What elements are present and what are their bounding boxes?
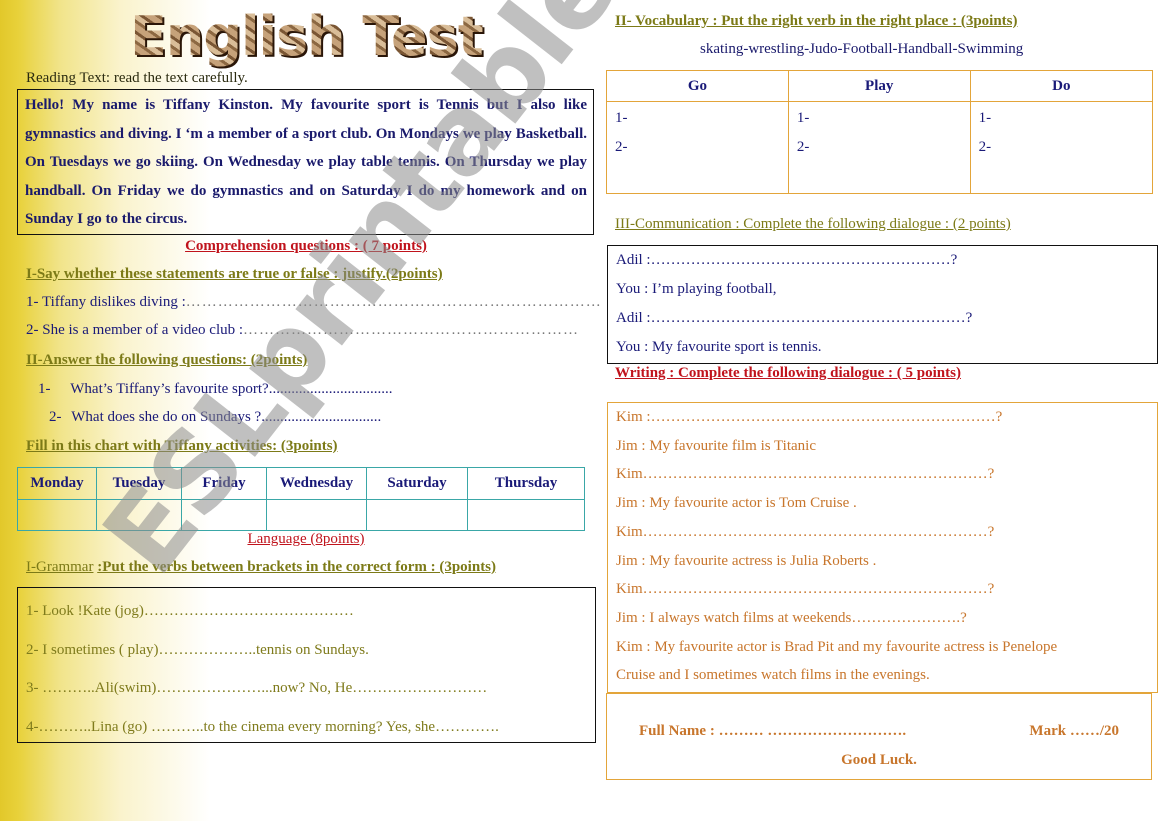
column-do: Do: [969, 70, 1154, 102]
vocabulary-word-list: skating-wrestling-Judo-Football-Handball…: [700, 41, 1024, 57]
play-slot-2: 2-: [796, 139, 810, 155]
writing-dialogue-box: Kim :……………………………………………………………? Jim : My f…: [607, 402, 1158, 693]
day-saturday: Saturday: [366, 467, 468, 500]
vocabulary-answer-row: 1- 2- 1- 2- 1- 2-: [606, 101, 1154, 194]
days-answer-row: [17, 499, 585, 531]
day-thursday: Thursday: [467, 467, 585, 500]
reading-text: Hello! My name is Tiffany Kinston. My fa…: [25, 97, 587, 228]
play-answer-cell[interactable]: 1- 2-: [787, 101, 971, 194]
student-info-box: Full Name : ……… ………………………. Mark ……/20 Go…: [606, 693, 1152, 780]
reading-label: Reading Text: read the text carefully.: [26, 70, 248, 86]
days-header-row: Monday Tuesday Friday Wednesday Saturday…: [17, 467, 585, 500]
answer-cell-monday[interactable]: [17, 499, 97, 531]
answer-cell-thursday[interactable]: [467, 499, 585, 531]
reading-text-box: Hello! My name is Tiffany Kinston. My fa…: [17, 89, 594, 235]
good-luck-text: Good Luck.: [841, 752, 917, 768]
true-false-heading: I-Say whether these statements are true …: [26, 266, 443, 282]
grammar-label: I-Grammar: [26, 559, 94, 575]
comprehension-heading: Comprehension questions : ( 7 points): [185, 238, 427, 254]
answer-questions-heading: II-Answer the following questions: (2poi…: [26, 352, 308, 368]
question-2-text[interactable]: What does she do on Sundays ?...........…: [71, 409, 381, 425]
go-slot-2: 2-: [615, 139, 628, 155]
answer-blank-1[interactable]: ……………………………………………………………………: [186, 294, 602, 310]
grammar-item[interactable]: 3- ………..Ali(swim)…………………...now? No, He………: [26, 669, 587, 708]
grammar-heading: I-Grammar :Put the verbs between bracket…: [26, 559, 496, 576]
do-answer-cell[interactable]: 1- 2-: [969, 101, 1154, 194]
day-wednesday: Wednesday: [266, 467, 367, 500]
answer-cell-friday[interactable]: [181, 499, 267, 531]
day-tuesday: Tuesday: [96, 467, 182, 500]
dialogue-line-you: You : My favourite sport is tennis.: [616, 339, 822, 355]
answer-cell-wednesday[interactable]: [266, 499, 367, 531]
communication-heading: III-Communication : Complete the followi…: [615, 216, 1011, 232]
question-2: 2- What does she do on Sundays ?........…: [49, 409, 381, 426]
writing-line-kim[interactable]: Kim :……………………………………………………………?: [616, 403, 1149, 432]
writing-line-kim[interactable]: Kim……………………………………………………………?: [616, 575, 1149, 604]
chart-heading: Fill in this chart with Tiffany activiti…: [26, 438, 338, 454]
column-play: Play: [787, 70, 971, 102]
grammar-box: 1- Look !Kate (jog)…………………………………… 2- I s…: [17, 587, 596, 743]
day-friday: Friday: [181, 467, 267, 500]
question-1: 1- What’s Tiffany’s favourite sport?....…: [38, 381, 392, 398]
days-chart: Monday Tuesday Friday Wednesday Saturday…: [17, 467, 585, 531]
communication-dialogue-box: Adil :……………………………………………………? You : I’m pl…: [607, 245, 1158, 364]
true-false-item-2: 2- She is a member of a video club :……………: [26, 322, 579, 339]
writing-line-kim[interactable]: Kim……………………………………………………………?: [616, 518, 1149, 547]
writing-line-jim[interactable]: Jim : I always watch films at weekends………: [616, 604, 1149, 633]
language-heading: Language (8points): [247, 531, 365, 547]
dialogue-line-you: You : I’m playing football,: [616, 281, 777, 297]
true-false-item-1-text: 1- Tiffany dislikes diving :: [26, 294, 186, 310]
go-slot-1: 1-: [615, 110, 628, 126]
grammar-item[interactable]: 4-………..Lina (go) ………..to the cinema ever…: [26, 708, 587, 747]
do-slot-2: 2-: [978, 139, 992, 155]
true-false-item-1: 1- Tiffany dislikes diving :…………………………………: [26, 294, 602, 311]
writing-line-kim-cont: Cruise and I sometimes watch films in th…: [616, 667, 930, 684]
vocabulary-table: Go Play Do 1- 2- 1- 2- 1- 2-: [606, 70, 1154, 194]
true-false-item-2-text: 2- She is a member of a video club :: [26, 322, 244, 338]
dialogue-line-adil[interactable]: Adil :………………………………………………………?: [616, 304, 1149, 333]
play-slot-1: 1-: [796, 110, 810, 126]
writing-line-jim: Jim : My favourite actor is Tom Cruise .: [616, 495, 857, 512]
question-2-num: 2-: [49, 409, 62, 425]
writing-line-jim: Jim : My favourite actress is Julia Robe…: [616, 552, 877, 569]
answer-blank-2[interactable]: ………………………………………………………: [243, 322, 579, 338]
do-slot-1: 1-: [978, 110, 992, 126]
writing-heading: Writing : Complete the following dialogu…: [615, 365, 961, 381]
writing-line-jim: Jim : My favourite film is Titanic: [616, 437, 817, 454]
answer-cell-saturday[interactable]: [366, 499, 468, 531]
dialogue-line-adil[interactable]: Adil :……………………………………………………?: [616, 246, 1149, 275]
grammar-item[interactable]: 1- Look !Kate (jog)……………………………………: [26, 592, 587, 631]
day-monday: Monday: [17, 467, 97, 500]
mark-field: Mark ……/20: [1029, 723, 1119, 739]
grammar-instruction: :Put the verbs between brackets in the c…: [97, 559, 497, 575]
full-name-field[interactable]: Full Name : ……… ……………………….: [639, 723, 906, 740]
column-go: Go: [606, 70, 789, 102]
grammar-item[interactable]: 2- I sometimes ( play)………………..tennis on …: [26, 631, 587, 670]
go-answer-cell[interactable]: 1- 2-: [606, 101, 789, 194]
writing-line-kim[interactable]: Kim……………………………………………………………?: [616, 460, 1149, 489]
question-1-num: 1-: [38, 381, 51, 397]
vocabulary-heading: II- Vocabulary : Put the right verb in t…: [615, 13, 1018, 29]
answer-cell-tuesday[interactable]: [96, 499, 182, 531]
comprehension-heading-wrap: Comprehension questions : ( 7 points): [0, 237, 612, 255]
language-heading-wrap: Language (8points): [0, 530, 612, 548]
vocabulary-header-row: Go Play Do: [606, 70, 1154, 102]
question-1-text[interactable]: What’s Tiffany’s favourite sport?.......…: [70, 381, 392, 397]
page-title: English Test: [130, 6, 490, 68]
writing-line-kim: Kim : My favourite actor is Brad Pit and…: [616, 638, 1058, 655]
